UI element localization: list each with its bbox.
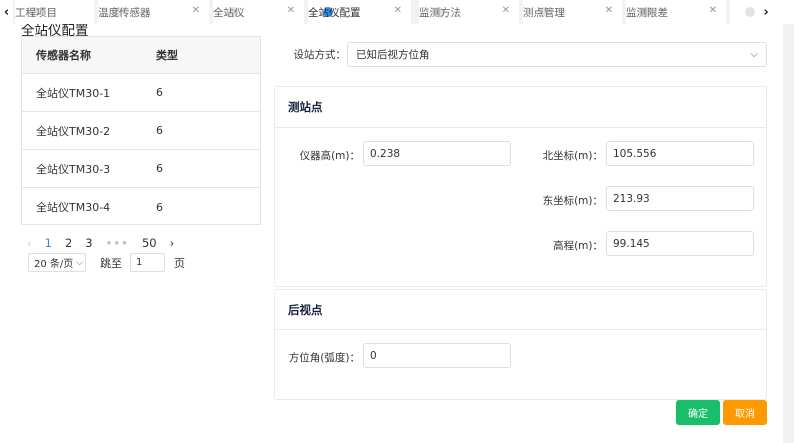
confirm-button[interactable]: 确定 [676, 400, 720, 425]
azimuth-label: 方位角(弧度)： [288, 352, 360, 364]
tab-total-station-config[interactable]: 全站仪配置 ✕ [308, 0, 411, 24]
jump-suffix: 页 [174, 256, 185, 270]
tab-label: 工程项目 [15, 6, 57, 19]
tab-monitoring-tolerance[interactable]: 监测限差 ✕ [626, 0, 726, 24]
sensor-name-cell: 全站仪TM30-4 [36, 201, 111, 214]
cancel-button[interactable]: 取消 [723, 400, 767, 425]
page-item-1[interactable]: 1 [45, 236, 52, 250]
tab-status-dot-icon [745, 7, 755, 17]
sensor-name-cell: 全站仪TM30-3 [36, 162, 111, 176]
elevation-label: 高程(m)： [553, 240, 603, 252]
tab-bar: ‹ 工程项目 温度传感器 ✕ 全站仪 ✕ 全站仪配置 ✕ 监测方法 ✕ 测点管理… [0, 0, 794, 24]
instrument-height-input[interactable] [363, 141, 511, 166]
page-item-last[interactable]: 50 [142, 236, 157, 250]
tab-label: 测点管理 [523, 6, 565, 19]
instrument-height-label: 仪器高(m)： [299, 150, 360, 162]
sensor-type-cell: 6 [156, 200, 163, 214]
east-coordinate-label: 东坐标(m)： [542, 195, 603, 207]
tab-monitoring-method[interactable]: 监测方法 ✕ [419, 0, 519, 24]
backsight-point-card: 后视点 [274, 289, 767, 400]
tab-bar-end [773, 0, 794, 24]
sensor-type-cell: 6 [156, 124, 163, 137]
tab-label: 监测限差 [626, 6, 668, 19]
close-icon[interactable]: ✕ [605, 5, 613, 16]
table-row[interactable]: 全站仪TM30-3 6 [22, 150, 260, 188]
close-icon[interactable]: ✕ [709, 5, 717, 16]
sensor-type-cell: 6 [156, 162, 163, 175]
sensor-table: 传感器名称 类型 全站仪TM30-1 6 全站仪TM30-2 6 全站仪TM30… [21, 36, 261, 225]
chevron-down-icon: ⌵ [76, 257, 84, 268]
jump-label: 跳至 [100, 256, 122, 270]
page-size-value: 20 条/页 [34, 259, 74, 270]
pagination: ‹ 1 2 3 ••• 50 › [21, 236, 187, 250]
tab-scroll-left-icon[interactable]: ‹ [0, 0, 13, 24]
close-icon[interactable]: ✕ [192, 5, 200, 16]
tab-label: 监测方法 [419, 6, 461, 19]
card-title: 后视点 [288, 303, 323, 317]
table-row[interactable]: 全站仪TM30-2 6 [22, 112, 260, 150]
tab-scroll-right-icon[interactable]: › [759, 0, 773, 24]
tab-total-station[interactable]: 全站仪 ✕ [213, 0, 304, 24]
page-size-select[interactable]: 20 条/页 ⌵ [28, 253, 86, 272]
table-row[interactable]: 全站仪TM30-1 6 [22, 74, 260, 112]
close-icon[interactable]: ✕ [287, 5, 295, 16]
page-item-3[interactable]: 3 [85, 236, 92, 250]
column-header-name: 传感器名称 [36, 49, 91, 62]
table-row[interactable]: 全站仪TM30-4 6 [22, 188, 260, 226]
tab-label: 全站仪配置 [308, 6, 361, 19]
station-mode-value: 已知后视方位角 [356, 49, 430, 61]
sensor-name-cell: 全站仪TM30-1 [36, 86, 111, 100]
tab-label: 温度传感器 [98, 6, 151, 19]
tab-overflow[interactable] [730, 0, 759, 24]
north-coordinate-input[interactable] [606, 141, 754, 166]
azimuth-input[interactable] [363, 343, 511, 368]
elevation-input[interactable] [606, 231, 754, 256]
table-header: 传感器名称 类型 [22, 37, 260, 74]
tab-temperature-sensor[interactable]: 温度传感器 ✕ [98, 0, 209, 24]
scrollbar[interactable] [783, 24, 794, 443]
chevron-down-icon: ⌵ [750, 49, 758, 60]
card-title: 测站点 [288, 100, 323, 114]
divider [275, 127, 766, 128]
close-icon[interactable]: ✕ [394, 5, 402, 16]
tab-project[interactable]: 工程项目 [15, 0, 94, 24]
close-icon[interactable]: ✕ [502, 5, 510, 16]
pagination-options: 20 条/页 ⌵ 跳至 页 [28, 253, 185, 272]
tab-label: 全站仪 [213, 6, 245, 19]
north-coordinate-label: 北坐标(m)： [542, 150, 603, 162]
page-title: 全站仪配置 [21, 24, 89, 36]
next-page-icon[interactable]: › [170, 236, 175, 250]
sensor-name-cell: 全站仪TM30-2 [36, 124, 111, 138]
divider [275, 329, 766, 330]
station-mode-select[interactable]: 已知后视方位角 ⌵ [347, 42, 767, 67]
east-coordinate-input[interactable] [606, 186, 754, 211]
page-item-2[interactable]: 2 [65, 236, 72, 250]
page-ellipsis[interactable]: ••• [106, 236, 129, 250]
station-mode-label: 设站方式： [293, 49, 347, 61]
prev-page-icon[interactable]: ‹ [27, 236, 32, 250]
sensor-type-cell: 6 [156, 86, 163, 99]
tab-point-management[interactable]: 测点管理 ✕ [523, 0, 622, 24]
column-header-type: 类型 [156, 49, 178, 62]
jump-page-input[interactable] [130, 253, 165, 272]
